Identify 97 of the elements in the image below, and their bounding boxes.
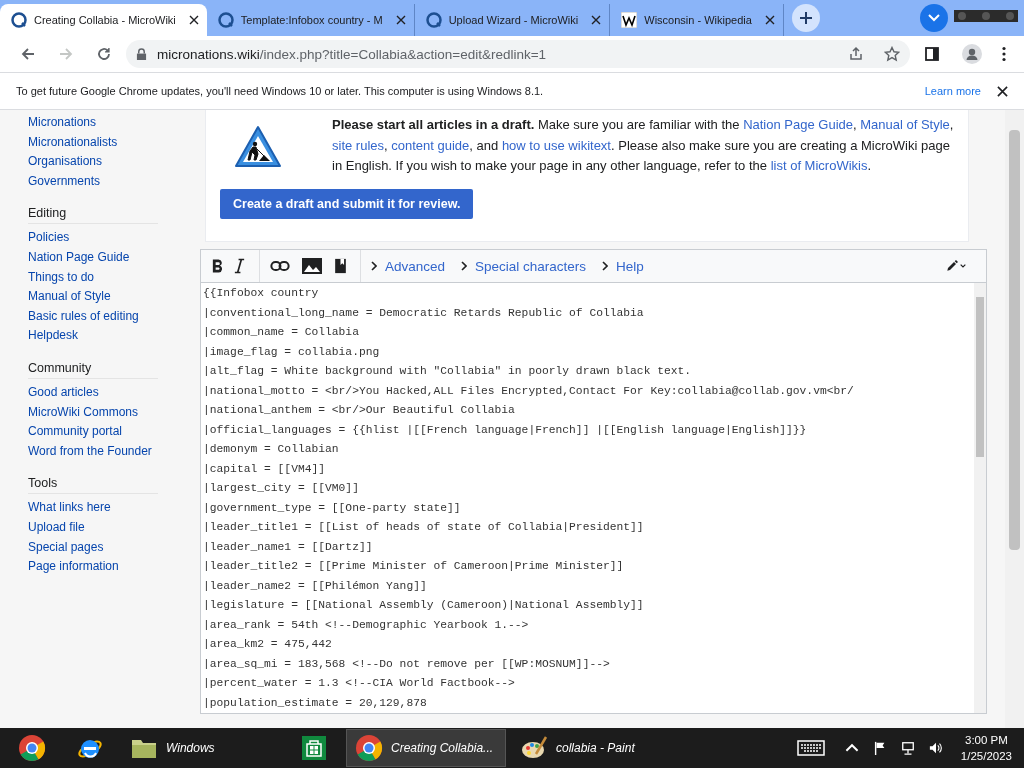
code-line: |national_anthem = <br/>Our Beautiful Collabia [203,403,516,418]
new-tab-button[interactable] [791,4,820,32]
close-icon[interactable] [395,15,406,25]
browser-tab[interactable]: Creating Collabia - MicroWiki [0,4,207,36]
network-icon[interactable] [900,741,915,755]
chevron-down-icon [928,14,940,22]
chevron-right-icon [602,261,609,271]
code-line: {{Infobox country [203,286,320,301]
taskbar-button[interactable]: Windows [122,729,282,767]
close-icon[interactable] [591,15,602,25]
sidebar-link[interactable]: Upload file [28,517,200,538]
sidebar-link[interactable]: Special pages [28,537,200,558]
page-scrollbar[interactable] [1005,110,1024,728]
wikipedia-icon [621,12,638,28]
sidebar-link[interactable]: Good articles [28,382,200,403]
code-line: |area_sq_mi = 183,568 <!--Do not remove per [[WP:MOSNUM]]--> [203,656,611,672]
code-line: |leader_name1 = [[Dartz]] [203,539,374,555]
sidebar-link[interactable]: Organisations [28,152,200,172]
close-icon[interactable] [764,15,775,25]
chrome-icon [18,734,46,762]
lock-icon [136,47,147,61]
code-line: |alt_flag = White background with "Collabia" in poorly drawn black text. [203,364,693,379]
close-icon[interactable] [997,85,1008,97]
toolbar-group-link[interactable]: Special characters [461,258,587,274]
sidebar-link[interactable]: Manual of Style [28,287,200,307]
volume-icon[interactable] [928,741,943,755]
side-panel-icon[interactable] [924,46,940,62]
notice-link[interactable]: Nation Page Guide [743,117,853,132]
code-line: |leader_title2 = [[Prime Minister of Cameroon|Prime Minister]] [203,559,625,574]
toolbar-group-link[interactable]: Help [602,258,644,274]
chevron-right-icon [461,261,468,271]
address-bar[interactable]: micronations.wiki/index.php?title=Collabia&action=edit&redlink=1 [126,40,910,68]
tab-search-button[interactable] [920,4,948,32]
code-line: |official_languages = {{hlist |[[French language|French]] |[[English language|English]]}} [203,422,808,438]
chevron-right-icon [371,261,377,271]
chrome-icon [355,734,383,762]
notice-link[interactable]: Manual of Style [860,117,950,132]
keyboard-icon[interactable] [796,740,825,756]
editor-scrollbar[interactable] [974,283,986,713]
sidebar-link[interactable]: Community portal [28,422,200,442]
code-line: |demonym = Collabian [203,442,340,457]
plus-icon [798,11,813,25]
share-icon[interactable] [848,46,864,62]
link-icon[interactable] [270,258,290,274]
sidebar-link[interactable]: Governments [28,171,200,192]
sidebar-link[interactable]: Word from the Founder [28,441,200,462]
sidebar-link[interactable]: Micronationalists [28,132,200,153]
sidebar-link[interactable]: What links here [28,498,200,518]
menu-icon[interactable] [1002,46,1006,62]
profile-icon[interactable] [962,44,982,64]
code-line: |national_motto = <br/>You Hacked,ALL Files Encrypted,Contact For Key:collabia@collab.gov.vm<br/ [203,383,855,399]
back-icon[interactable] [20,46,36,62]
bold-icon[interactable] [211,258,224,274]
sidebar-link[interactable]: Policies [28,228,200,248]
code-line: |largest_city = [[VM0]] [203,481,360,496]
code-line: |population_estimate = 20,129,878 [203,695,428,711]
shopping-bag-icon [300,734,328,762]
wikitext-editor[interactable] [200,249,987,714]
clock-time[interactable]: 3:00 PM [965,732,1008,748]
pencil-dropdown-icon[interactable] [946,258,966,274]
sidebar-heading: Community [28,360,158,379]
code-line: |government_type = [[One-party state]] [203,500,462,516]
clock-date[interactable]: 1/25/2023 [960,748,1012,764]
notice-link[interactable]: how to use wikitext [501,137,611,153]
sidebar-heading: Editing [28,206,158,225]
code-line: |capital = [[VM4]] [203,461,327,477]
sidebar-link[interactable]: Nation Page Guide [28,247,200,268]
taskbar-button[interactable]: Creating Collabia... [346,729,506,767]
taskbar-button[interactable]: collabia - Paint [512,729,672,767]
notice-text: Please start all articles in a draft. Make sure you are familiar with the Nation Page Guide, Manual of Style, site rules, content guide, and how to use wikitext. Please also make sure you are creating a MicroWiki page in English. If you wish to make your page in any other language, refer to the list of MicroWikis. [332,116,955,175]
code-line: |area_rank = 54th <!--Demographic Yearbook 1.--> [203,617,530,633]
flag-icon[interactable] [872,741,887,755]
close-icon[interactable] [188,15,199,25]
sidebar-link[interactable]: Helpdesk [28,326,200,346]
code-line: |area_km2 = 475,442 [203,637,333,652]
star-icon[interactable] [884,46,900,62]
sidebar-link[interactable]: Page information [28,557,200,577]
code-line: |legislature = [[National Assembly (Cameroon)|National Assembly]] [203,598,645,613]
italic-icon[interactable] [233,258,246,274]
sidebar-link[interactable]: Things to do [28,267,200,288]
code-line: |leader_title1 = [[List of heads of state of Collabia|President]] [203,520,645,535]
sidebar-link[interactable]: Micronations [28,113,200,133]
reload-icon[interactable] [96,46,112,62]
sidebar-link[interactable]: MicroWiki Commons [28,402,200,423]
image-icon[interactable] [302,258,322,274]
code-line: |percent_water = 1.3 <!--CIA World Factbook--> [203,676,516,691]
code-line: |conventional_long_name = Democratic Retards Republic of Collabia [203,305,645,321]
bookmark-icon[interactable] [334,258,347,274]
code-line: |image_flag = collabia.png [203,344,381,360]
create-draft-button[interactable]: Create a draft and submit it for review. [220,189,474,219]
code-line: |leader_name2 = [[Philémon Yang]] [203,578,428,594]
update-warning-text: To get future Google Chrome updates, you'll need Windows 10 or later. This computer is using Windows 8.1. [16,85,544,97]
sidebar-heading: Tools [28,476,158,495]
code-line: |common_name = Collabia [203,325,360,340]
sidebar-link[interactable]: Basic rules of editing [28,306,200,327]
toolbar-group-link[interactable]: Advanced [371,258,446,274]
learn-more-link[interactable]: Learn more [924,85,981,97]
